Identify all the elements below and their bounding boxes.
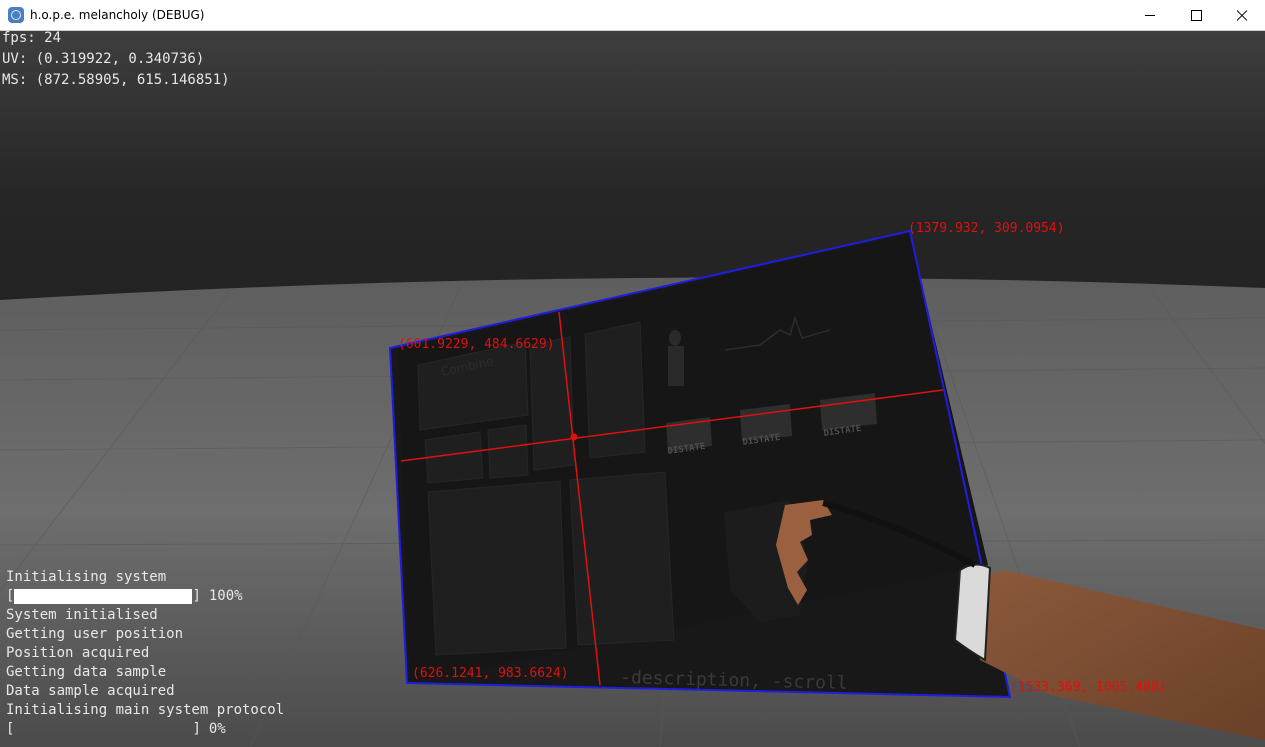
log-line: System initialised [6,607,158,623]
corner-label-bottom-right: (1533.369, 1005.488) [1010,680,1167,695]
progress-bracket-close: ] [192,588,201,604]
log-line: Position acquired [6,645,150,661]
progress-bracket-open: [ [6,588,15,604]
progress-percent: 0% [208,721,226,737]
corner-label-bottom-left: (626.1241, 983.6624) [412,666,569,681]
log-line: Getting data sample [6,664,167,680]
title-bar: h.o.p.e. melancholy (DEBUG) [0,0,1265,31]
log-line: Initialising main system protocol [6,702,285,718]
log-line: Getting user position [6,626,184,642]
maximize-button[interactable] [1173,0,1219,31]
ms-readout: MS: (872.58905, 615.146851) [2,72,230,88]
progress-bar [14,589,193,604]
app-icon [8,7,24,23]
progress-bracket-open: [ [6,721,15,737]
progress-row-protocol: [ ] 0% [6,720,284,739]
progress-fill [14,589,193,604]
progress-percent: 100% [208,588,243,604]
log-line: Initialising system [6,569,167,585]
log-line: Data sample acquired [6,683,175,699]
corner-label-top-left: (601.9229, 484.6629) [398,337,555,352]
uv-readout: UV: (0.319922, 0.340736) [2,51,205,67]
window-title: h.o.p.e. melancholy (DEBUG) [30,8,205,22]
progress-bar [14,722,192,737]
fps-readout: fps: 24 [2,30,62,46]
game-viewport[interactable]: Combine DISTATE DISTATE DISTATE -descrip… [0,30,1265,747]
progress-row-system: [ ] 100% [6,587,284,606]
minimize-button[interactable] [1127,0,1173,31]
progress-bracket-close: ] [192,721,201,737]
crosshair-center [570,433,578,441]
close-button[interactable] [1219,0,1265,31]
corner-label-top-right: (1379.932, 309.0954) [908,221,1065,236]
boot-log: Initialising system [ ] 100% System init… [6,568,284,739]
